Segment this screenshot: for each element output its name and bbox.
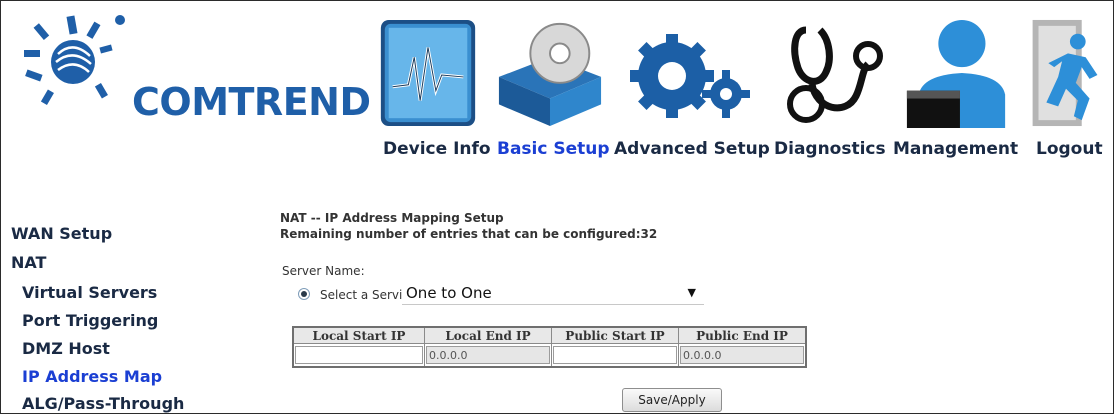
sidebar-item-port-triggering[interactable]: Port Triggering: [22, 311, 158, 330]
brand-name: COMTREND: [132, 80, 371, 124]
select-service-radio[interactable]: [298, 288, 310, 300]
ip-mapping-table: Local Start IP Local End IP Public Start…: [292, 326, 807, 368]
local-start-ip-cell: [292, 343, 425, 368]
col-public-start-ip: Public Start IP: [551, 326, 679, 344]
management-icon[interactable]: [902, 18, 1012, 128]
basic-setup-icon[interactable]: [490, 18, 610, 128]
table-header-row: Local Start IP Local End IP Public Start…: [292, 326, 807, 344]
col-local-start-ip: Local Start IP: [292, 326, 425, 344]
logo-burst-icon: [24, 15, 125, 106]
sidebar-item-wan-setup[interactable]: WAN Setup: [11, 224, 112, 243]
sidebar-item-alg-pass-through[interactable]: ALG/Pass-Through: [22, 394, 184, 413]
col-local-end-ip: Local End IP: [424, 326, 552, 344]
public-end-ip-input[interactable]: 0.0.0.0: [680, 346, 804, 364]
sidebar-item-virtual-servers[interactable]: Virtual Servers: [22, 283, 157, 302]
nav-logout[interactable]: Logout: [1036, 139, 1103, 159]
public-start-ip-input[interactable]: [553, 346, 677, 364]
nav-advanced-setup[interactable]: Advanced Setup: [614, 139, 770, 159]
service-select-value: One to One: [406, 284, 492, 302]
table-row: 0.0.0.0 0.0.0.0: [292, 343, 807, 368]
device-info-icon[interactable]: [378, 18, 478, 128]
diagnostics-icon[interactable]: [776, 20, 886, 130]
col-public-end-ip: Public End IP: [678, 326, 807, 344]
local-start-ip-input[interactable]: [295, 346, 423, 364]
chevron-down-icon: ▼: [687, 286, 696, 299]
public-start-ip-cell: [551, 343, 679, 368]
sidebar-item-ip-address-map[interactable]: IP Address Map: [22, 367, 162, 386]
nav-management[interactable]: Management: [893, 139, 1018, 159]
page-title: NAT -- IP Address Mapping Setup: [280, 211, 504, 225]
public-end-ip-cell: 0.0.0.0: [678, 343, 807, 368]
nav-device-info[interactable]: Device Info: [383, 139, 491, 159]
sidebar-item-nat[interactable]: NAT: [11, 253, 46, 272]
service-select[interactable]: One to One ▼: [402, 282, 704, 305]
logout-icon[interactable]: [1028, 18, 1104, 128]
sidebar-item-dmz-host[interactable]: DMZ Host: [22, 339, 110, 358]
local-end-ip-cell: 0.0.0.0: [424, 343, 552, 368]
comtrend-logo: COMTREND: [18, 10, 371, 160]
save-apply-button[interactable]: Save/Apply: [622, 388, 722, 412]
nav-basic-setup[interactable]: Basic Setup: [497, 139, 610, 159]
server-name-label: Server Name:: [282, 264, 365, 278]
advanced-setup-icon[interactable]: [622, 20, 752, 130]
nav-diagnostics[interactable]: Diagnostics: [774, 139, 886, 159]
local-end-ip-input[interactable]: 0.0.0.0: [426, 346, 550, 364]
remaining-entries: Remaining number of entries that can be …: [280, 227, 658, 241]
